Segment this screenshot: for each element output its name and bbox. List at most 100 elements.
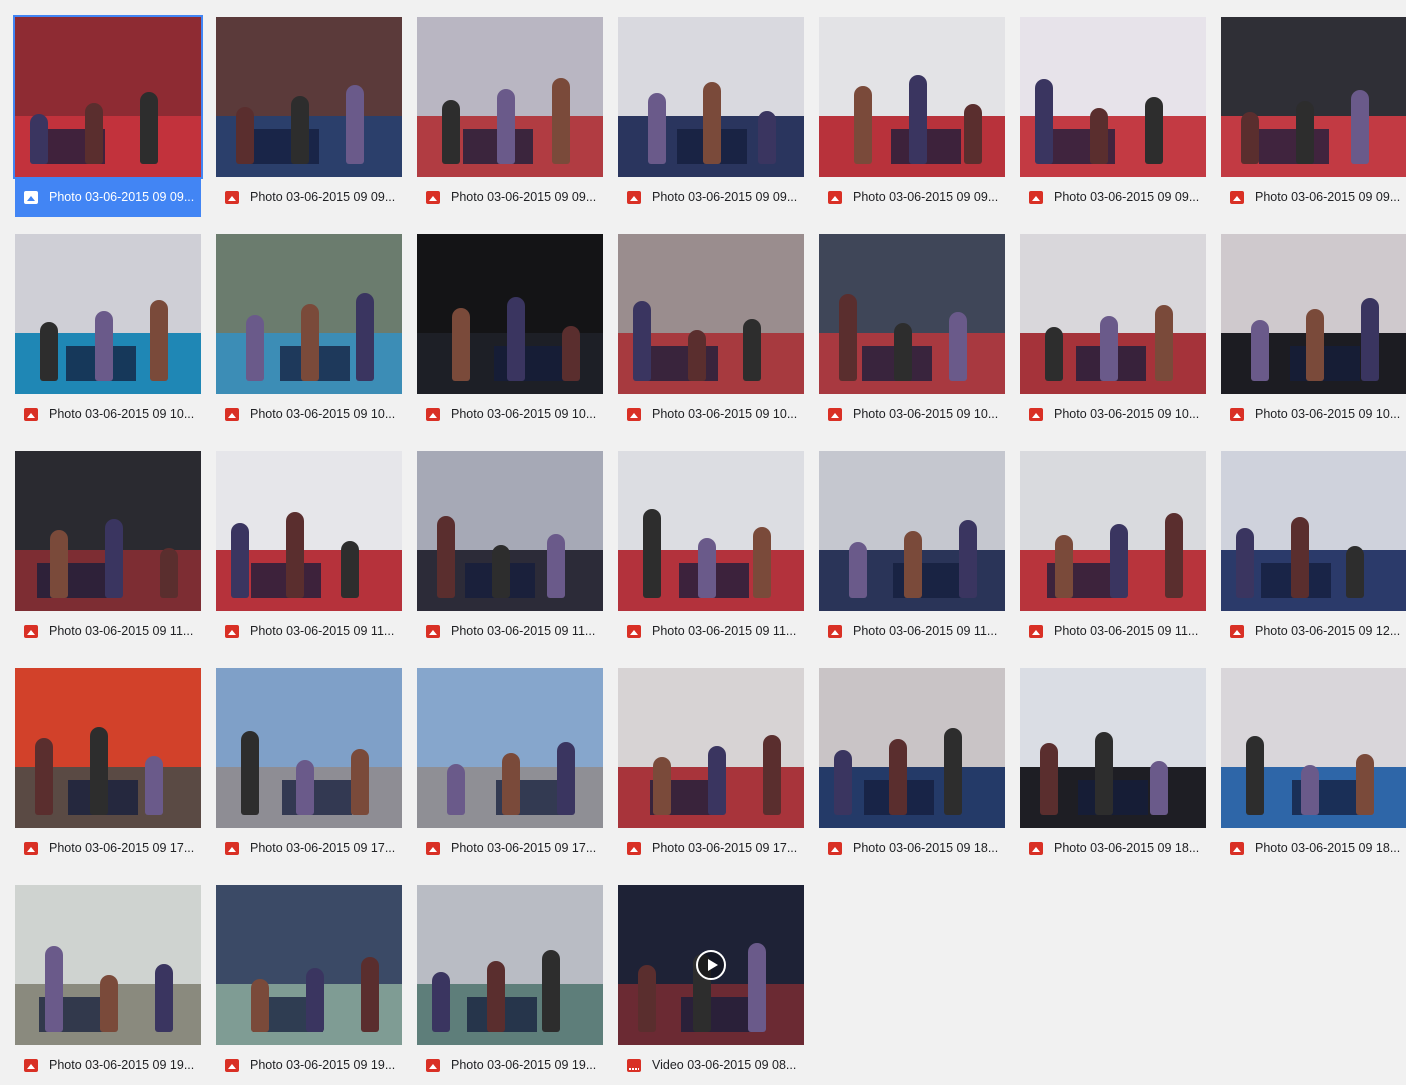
photo-tile[interactable]: Photo 03-06-2015 09 19...	[15, 885, 201, 1085]
file-caption: Photo 03-06-2015 09 09...	[216, 177, 402, 217]
image-file-icon	[1029, 624, 1043, 638]
photo-tile[interactable]: Photo 03-06-2015 09 09...	[216, 17, 402, 217]
photo-tile[interactable]: Photo 03-06-2015 09 11...	[618, 451, 804, 651]
photo-tile[interactable]: Photo 03-06-2015 09 09...	[819, 17, 1005, 217]
photo-tile[interactable]: Photo 03-06-2015 09 10...	[1020, 234, 1206, 434]
file-name: Photo 03-06-2015 09 17...	[652, 841, 798, 855]
file-name: Photo 03-06-2015 09 09...	[250, 190, 396, 204]
scene-person	[432, 972, 450, 1033]
photo-tile[interactable]: Photo 03-06-2015 09 18...	[1020, 668, 1206, 868]
photo-thumbnail	[1221, 668, 1406, 828]
photo-tile[interactable]: Photo 03-06-2015 09 10...	[618, 234, 804, 434]
photo-tile[interactable]: Photo 03-06-2015 09 09...	[618, 17, 804, 217]
file-caption: Photo 03-06-2015 09 09...	[618, 177, 804, 217]
photo-tile[interactable]: Photo 03-06-2015 09 11...	[417, 451, 603, 651]
photo-tile[interactable]: Photo 03-06-2015 09 11...	[1020, 451, 1206, 651]
scene-person	[100, 975, 118, 1033]
scene-person	[1236, 528, 1254, 599]
scene-person	[1045, 327, 1063, 382]
photo-tile[interactable]: Photo 03-06-2015 09 10...	[15, 234, 201, 434]
file-name: Photo 03-06-2015 09 11...	[250, 624, 395, 638]
image-file-icon	[426, 1058, 440, 1072]
photo-tile[interactable]: Photo 03-06-2015 09 17...	[417, 668, 603, 868]
photo-thumbnail	[1020, 451, 1206, 611]
photo-tile[interactable]: Photo 03-06-2015 09 10...	[417, 234, 603, 434]
photo-tile[interactable]: Photo 03-06-2015 09 09...	[1221, 17, 1406, 217]
photo-thumbnail	[216, 234, 402, 394]
photo-tile[interactable]: Photo 03-06-2015 09 11...	[819, 451, 1005, 651]
photo-tile[interactable]: Photo 03-06-2015 09 10...	[1221, 234, 1406, 434]
file-name: Photo 03-06-2015 09 18...	[1255, 841, 1401, 855]
file-name: Photo 03-06-2015 09 09...	[853, 190, 999, 204]
photo-tile[interactable]: Photo 03-06-2015 09 10...	[819, 234, 1005, 434]
scene-person	[909, 75, 927, 165]
image-file-icon	[1029, 407, 1043, 421]
scene-table	[1078, 780, 1148, 816]
scene-person	[296, 760, 314, 816]
photo-tile[interactable]: Photo 03-06-2015 09 19...	[417, 885, 603, 1085]
scene-person	[452, 308, 470, 382]
scene-table	[681, 997, 751, 1033]
photo-tile[interactable]: Photo 03-06-2015 09 12...	[1221, 451, 1406, 651]
scene-person	[959, 520, 977, 599]
scene-table	[494, 346, 564, 382]
scene-person	[557, 742, 575, 816]
photo-thumbnail	[1020, 668, 1206, 828]
video-tile[interactable]: Video 03-06-2015 09 08...	[618, 885, 804, 1085]
play-icon[interactable]	[696, 950, 726, 980]
file-caption: Photo 03-06-2015 09 17...	[417, 828, 603, 868]
photo-tile[interactable]: Photo 03-06-2015 09 17...	[216, 668, 402, 868]
photo-tile[interactable]: Photo 03-06-2015 09 19...	[216, 885, 402, 1085]
image-file-icon	[1230, 407, 1244, 421]
photo-tile[interactable]: Photo 03-06-2015 09 18...	[819, 668, 1005, 868]
file-name: Photo 03-06-2015 09 09...	[49, 190, 195, 204]
file-name: Photo 03-06-2015 09 11...	[1054, 624, 1199, 638]
image-file-icon	[225, 841, 239, 855]
photo-tile[interactable]: Photo 03-06-2015 09 10...	[216, 234, 402, 434]
file-name: Video 03-06-2015 09 08...	[652, 1058, 797, 1072]
scene-person	[839, 294, 857, 382]
file-name: Photo 03-06-2015 09 18...	[853, 841, 999, 855]
photo-tile[interactable]: Photo 03-06-2015 09 11...	[216, 451, 402, 651]
photo-thumbnail	[1221, 234, 1406, 394]
photo-tile[interactable]: Photo 03-06-2015 09 17...	[618, 668, 804, 868]
scene-person	[246, 315, 264, 382]
photo-thumbnail	[618, 451, 804, 611]
file-caption: Photo 03-06-2015 09 10...	[216, 394, 402, 434]
photo-thumbnail	[819, 451, 1005, 611]
image-file-icon	[627, 190, 641, 204]
scene-person	[1035, 79, 1053, 165]
scene-person	[492, 545, 510, 599]
photo-tile[interactable]: Photo 03-06-2015 09 18...	[1221, 668, 1406, 868]
photo-thumbnail	[15, 885, 201, 1045]
scene-person	[361, 957, 379, 1033]
file-caption: Photo 03-06-2015 09 10...	[819, 394, 1005, 434]
scene-person	[341, 541, 359, 599]
image-file-icon	[426, 190, 440, 204]
scene-person	[944, 728, 962, 816]
scene-person	[447, 764, 465, 816]
photo-thumbnail	[417, 668, 603, 828]
photo-tile[interactable]: Photo 03-06-2015 09 09...	[13, 15, 203, 217]
photo-tile[interactable]: Photo 03-06-2015 09 09...	[1020, 17, 1206, 217]
scene-person	[894, 323, 912, 382]
photo-thumbnail	[819, 668, 1005, 828]
photo-thumbnail	[15, 668, 201, 828]
photo-thumbnail	[1221, 451, 1406, 611]
photo-thumbnail	[417, 451, 603, 611]
photo-thumbnail	[15, 234, 201, 394]
photo-thumbnail	[1020, 17, 1206, 177]
photo-tile[interactable]: Photo 03-06-2015 09 11...	[15, 451, 201, 651]
file-caption: Video 03-06-2015 09 08...	[618, 1045, 804, 1085]
photo-tile[interactable]: Photo 03-06-2015 09 09...	[417, 17, 603, 217]
file-caption: Photo 03-06-2015 09 17...	[618, 828, 804, 868]
image-file-icon	[1230, 624, 1244, 638]
image-file-icon	[627, 407, 641, 421]
file-caption: Photo 03-06-2015 09 09...	[1221, 177, 1406, 217]
scene-person	[688, 330, 706, 382]
scene-person	[1040, 743, 1058, 816]
scene-person	[748, 943, 766, 1033]
photo-tile[interactable]: Photo 03-06-2015 09 17...	[15, 668, 201, 868]
file-caption: Photo 03-06-2015 09 11...	[417, 611, 603, 651]
photo-thumbnail	[618, 17, 804, 177]
